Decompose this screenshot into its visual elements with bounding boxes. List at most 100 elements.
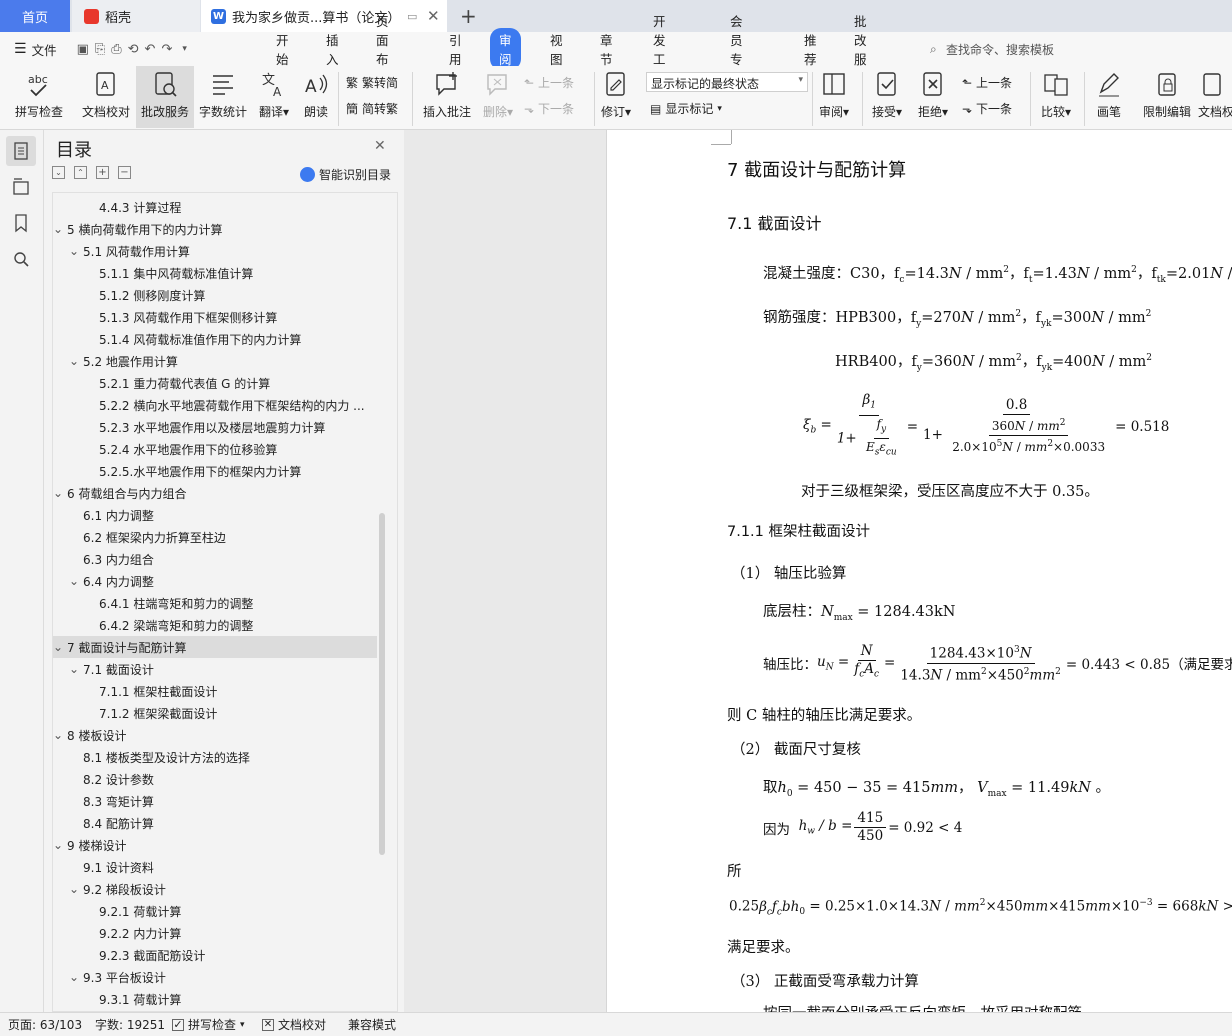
proofread-status[interactable]: ✕ 文档校对	[262, 1016, 326, 1033]
toc-collapse-chevron-icon[interactable]: ⌄	[69, 354, 79, 368]
close-icon[interactable]: ✕	[374, 138, 386, 154]
next-change-button[interactable]: ⬎ 下一条	[962, 100, 1012, 117]
toc-item[interactable]: 6.4.2 梁端弯矩和剪力的调整	[99, 617, 253, 634]
search-icon[interactable]	[6, 244, 36, 274]
toc-item[interactable]: 5.1.3 风荷载作用下框架侧移计算	[99, 309, 277, 326]
toc-item[interactable]: 5.1.2 侧移刚度计算	[99, 287, 205, 304]
toc-scrollbar[interactable]	[379, 513, 385, 855]
smart-toc-button[interactable]: 智能识别目录	[300, 166, 391, 183]
toc-collapse-chevron-icon[interactable]: ⌄	[53, 640, 63, 654]
toc-item[interactable]: 9.3 平台板设计	[83, 969, 166, 986]
spell-check-status[interactable]: ✓ 拼写检查 ▾	[172, 1016, 245, 1033]
toc-collapse-chevron-icon[interactable]: ⌄	[53, 728, 63, 742]
menu-insert[interactable]: 插入	[326, 30, 339, 68]
toc-item[interactable]: 5.2.2 横向水平地震荷载作用下框架结构的内力 ...	[99, 397, 365, 414]
spell-check-button[interactable]: abc 拼写检查	[10, 70, 68, 120]
toc-item[interactable]: 6.2 框架梁内力折算至柱边	[83, 529, 226, 546]
toc-item[interactable]: 6.1 内力调整	[83, 507, 154, 524]
insert-comment-button[interactable]: 插入批注	[420, 70, 474, 120]
expand-all-icon[interactable]: ⌄	[52, 166, 65, 179]
float-window-icon[interactable]: ▭	[407, 10, 417, 23]
toc-item[interactable]: 8 楼板设计	[67, 727, 126, 744]
menu-start[interactable]: 开始	[276, 30, 289, 68]
toc-item[interactable]: 5.2 地震作用计算	[83, 353, 178, 370]
toc-collapse-chevron-icon[interactable]: ⌄	[69, 244, 79, 258]
read-aloud-button[interactable]: A 朗读	[298, 70, 334, 120]
toc-collapse-chevron-icon[interactable]: ⌄	[53, 486, 63, 500]
delete-comment-button[interactable]: 删除▾	[478, 70, 518, 120]
toc-item[interactable]: 9.2.1 荷载计算	[99, 903, 181, 920]
proofread-button[interactable]: A 文档校对	[78, 70, 134, 120]
show-markup-button[interactable]: ▤ 显示标记 ▾	[650, 100, 722, 117]
toc-item[interactable]: 5.2.4 水平地震作用下的位移验算	[99, 441, 277, 458]
toc-item[interactable]: 8.3 弯矩计算	[83, 793, 154, 810]
add-heading-icon[interactable]: +	[96, 166, 109, 179]
toc-item[interactable]: 9.3.1 荷载计算	[99, 991, 181, 1008]
hamburger-icon[interactable]: ☰	[14, 41, 27, 57]
toc-item[interactable]: 9.2 梯段板设计	[83, 881, 166, 898]
toc-collapse-chevron-icon[interactable]: ⌄	[69, 970, 79, 984]
toc-item[interactable]: 9.2.3 截面配筋设计	[99, 947, 205, 964]
toc-item[interactable]: 8.1 楼板类型及设计方法的选择	[83, 749, 250, 766]
search-icon[interactable]: ⌕	[930, 42, 937, 57]
track-changes-button[interactable]: 修订▾	[598, 70, 634, 120]
toc-collapse-chevron-icon[interactable]: ⌄	[69, 882, 79, 896]
toc-collapse-chevron-icon[interactable]: ⌄	[69, 574, 79, 588]
toc-item[interactable]: 7.1.1 框架柱截面设计	[99, 683, 217, 700]
toc-item[interactable]: 9 楼梯设计	[67, 837, 126, 854]
toc-collapse-chevron-icon[interactable]: ⌄	[53, 222, 63, 236]
toc-collapse-chevron-icon[interactable]: ⌄	[69, 662, 79, 676]
new-tab-button[interactable]: +	[460, 0, 477, 32]
toc-item[interactable]: 6.4 内力调整	[83, 573, 154, 590]
word-count-button[interactable]: 字数统计	[196, 70, 250, 120]
bookmark-icon[interactable]	[6, 208, 36, 238]
toc-item[interactable]: 5.2.5.水平地震作用下的框架内力计算	[99, 463, 301, 480]
toc-item[interactable]: 7.1.2 框架梁截面设计	[99, 705, 217, 722]
toc-item[interactable]: 6 荷载组合与内力组合	[67, 485, 186, 502]
chapter-nav-icon[interactable]	[6, 172, 36, 202]
pen-button[interactable]: 画笔	[1090, 70, 1128, 120]
toc-item[interactable]: 6.4.1 柱端弯矩和剪力的调整	[99, 595, 253, 612]
menu-reference[interactable]: 引用	[449, 30, 462, 68]
toc-pane-button[interactable]	[6, 136, 36, 166]
menu-section[interactable]: 章节	[600, 30, 613, 68]
tab-daoke[interactable]: 稻壳	[72, 0, 200, 32]
close-tab-icon[interactable]: ✕	[427, 7, 440, 25]
menu-review[interactable]: 审阅	[490, 28, 521, 70]
toc-item[interactable]: 7 截面设计与配筋计算	[67, 639, 186, 656]
remove-heading-icon[interactable]: −	[118, 166, 131, 179]
toc-item[interactable]: 5 横向荷载作用下的内力计算	[67, 221, 222, 238]
review-pane-button[interactable]: 审阅▾	[816, 70, 852, 120]
command-search[interactable]: 查找命令、搜索模板	[946, 41, 1054, 58]
accept-button[interactable]: 接受▾	[868, 70, 906, 120]
toc-item[interactable]: 8.4 配筋计算	[83, 815, 154, 832]
document-page[interactable]: 7 截面设计与配筋计算 7.1 截面设计 混凝土强度：C30，fc=14.3N …	[606, 130, 1232, 1012]
markup-state-select[interactable]: 显示标记的最终状态 ▾	[646, 72, 808, 92]
toc-item[interactable]: 4.4.3 计算过程	[99, 199, 181, 216]
toc-item[interactable]: 5.1 风荷载作用计算	[83, 243, 190, 260]
doc-permission-button[interactable]: 文档权	[1198, 70, 1232, 120]
menu-view[interactable]: 视图	[550, 30, 563, 68]
toc-item[interactable]: 9.2.2 内力计算	[99, 925, 181, 942]
trad-to-simp-button[interactable]: 繁繁转简	[346, 74, 398, 91]
quick-access-icons[interactable]: ▣⎘⎙⟲↶↷	[77, 42, 179, 57]
menu-recommend[interactable]: 推荐	[804, 30, 817, 68]
simp-to-trad-button[interactable]: 簡简转繁	[346, 100, 398, 117]
reject-button[interactable]: 拒绝▾	[914, 70, 952, 120]
toc-item[interactable]: 7.1 截面设计	[83, 661, 154, 678]
translate-button[interactable]: 文A 翻译▾	[254, 70, 294, 120]
quick-access-more-icon[interactable]: ▾	[182, 44, 187, 54]
toc-item[interactable]: 5.2.3 水平地震作用以及楼层地震剪力计算	[99, 419, 325, 436]
toc-item[interactable]: 5.2.1 重力荷载代表值 G 的计算	[99, 375, 270, 392]
prev-comment-button[interactable]: ⬑ 上一条	[524, 74, 574, 91]
prev-change-button[interactable]: ⬑ 上一条	[962, 74, 1012, 91]
toc-item[interactable]: 9.1 设计资料	[83, 859, 154, 876]
tab-home[interactable]: 首页	[0, 0, 70, 32]
toc-item[interactable]: 6.3 内力组合	[83, 551, 154, 568]
toc-item[interactable]: 8.2 设计参数	[83, 771, 154, 788]
page-indicator[interactable]: 页面: 63/103	[8, 1016, 82, 1033]
next-comment-button[interactable]: ⬎ 下一条	[524, 100, 574, 117]
compare-button[interactable]: 比较▾	[1036, 70, 1076, 120]
tab-document[interactable]: W 我为家乡做贡...算书（论文） ▭ ✕	[201, 0, 447, 32]
toc-item[interactable]: 5.1.1 集中风荷载标准值计算	[99, 265, 253, 282]
